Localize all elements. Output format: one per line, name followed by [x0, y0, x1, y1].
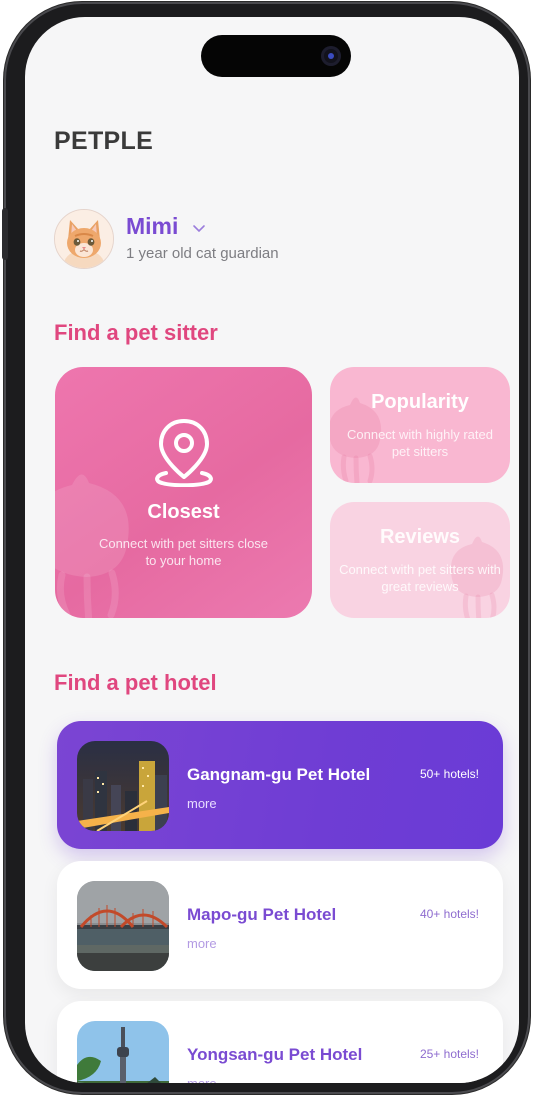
sitter-card-closest[interactable]: Closest Connect with pet sitters close t… — [55, 367, 312, 618]
hotel-section-title: Find a pet hotel — [54, 670, 217, 695]
camera-icon — [321, 46, 341, 66]
card-description: Connect with pet sitters close to your h… — [98, 536, 269, 568]
app-screen: PETPLE Mimi 1 year old cat guardian Find… — [25, 17, 519, 1083]
card-title: Closest — [147, 501, 220, 523]
card-description: Connect with highly rated pet sitters — [347, 427, 493, 459]
bridge-image — [77, 881, 169, 971]
hotel-name: Mapo-gu Pet Hotel — [187, 905, 337, 924]
hotel-thumbnail — [77, 741, 169, 831]
chevron-down-icon[interactable] — [192, 221, 206, 235]
hotel-name: Gangnam-gu Pet Hotel — [187, 765, 371, 784]
tower-image — [77, 1021, 169, 1083]
side-button — [2, 208, 8, 260]
hotel-count: 25+ hotels! — [419, 1047, 479, 1061]
hotel-card-gangnam[interactable]: Gangnam-gu Pet Hotel more 50+ hotels! — [57, 721, 503, 849]
app-title: PETPLE — [54, 127, 154, 155]
phone-frame: PETPLE Mimi 1 year old cat guardian Find… — [2, 2, 530, 1094]
hotel-count: 50+ hotels! — [419, 767, 479, 781]
cat-avatar-icon — [55, 210, 113, 268]
hotel-card-mapo[interactable]: Mapo-gu Pet Hotel more 40+ hotels! — [57, 861, 503, 989]
avatar[interactable] — [54, 209, 114, 269]
dynamic-island — [201, 35, 351, 77]
hotel-thumbnail — [77, 1021, 169, 1083]
pet-description: 1 year old cat guardian — [126, 245, 279, 262]
pet-name: Mimi — [126, 213, 179, 239]
card-title: Popularity — [371, 391, 469, 413]
hotel-thumbnail — [77, 881, 169, 971]
location-pin-icon — [155, 419, 213, 487]
more-link[interactable]: more — [187, 936, 217, 951]
hotel-count: 40+ hotels! — [419, 907, 479, 921]
hotel-name: Yongsan-gu Pet Hotel — [187, 1045, 363, 1064]
more-link[interactable]: more — [187, 796, 217, 811]
sitter-card-popularity[interactable]: Popularity Connect with highly rated pet… — [330, 367, 510, 483]
card-description: Connect with pet sitters with great revi… — [339, 562, 501, 594]
card-title: Reviews — [379, 526, 461, 548]
sitter-section-title: Find a pet sitter — [54, 320, 218, 345]
sitter-card-reviews[interactable]: Reviews Connect with pet sitters with gr… — [330, 502, 510, 618]
more-link[interactable]: more — [187, 1076, 217, 1083]
city-night-image — [77, 741, 169, 831]
hotel-card-yongsan[interactable]: Yongsan-gu Pet Hotel more 25+ hotels! — [57, 1001, 503, 1083]
pet-profile-selector[interactable]: Mimi 1 year old cat guardian — [54, 209, 474, 269]
